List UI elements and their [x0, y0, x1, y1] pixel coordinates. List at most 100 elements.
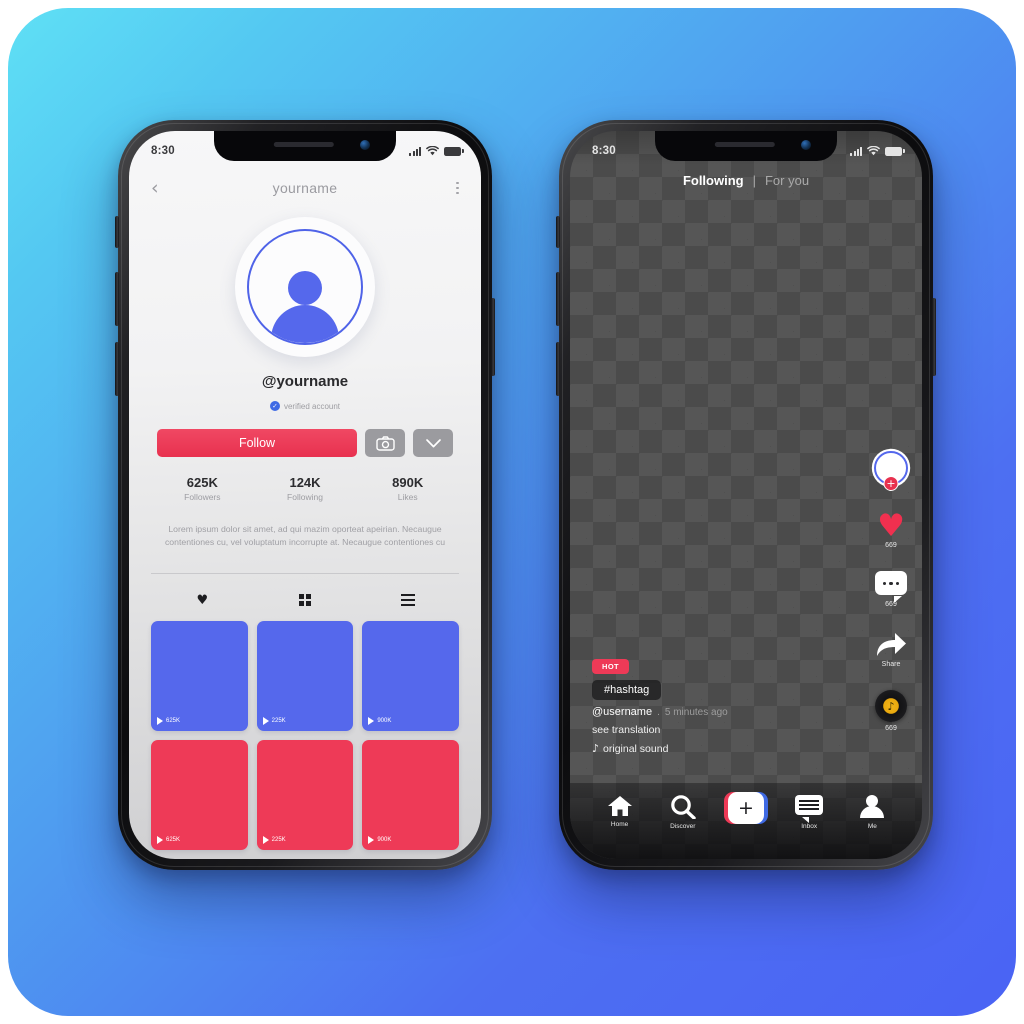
video-views: 625K — [157, 717, 180, 725]
grid-icon — [298, 593, 312, 607]
view-count: 900K — [377, 837, 392, 843]
play-icon — [262, 717, 269, 725]
rail-author-avatar[interactable]: + — [874, 451, 908, 491]
mute-switch[interactable] — [115, 216, 119, 248]
bottom-nav-bar: Home Discover + Inbox Me — [570, 783, 922, 859]
signal-bars-icon — [409, 146, 421, 156]
check-icon: ✓ — [269, 401, 280, 411]
list-icon — [400, 593, 415, 607]
avatar-ring — [247, 229, 363, 345]
action-rail: + ♥ 669 669 Share ♪ 669 — [874, 451, 908, 732]
video-thumbnail[interactable]: 225K — [256, 621, 354, 731]
wifi-icon — [867, 146, 880, 156]
video-views: 225K — [262, 836, 286, 844]
rail-sound-disc[interactable]: ♪ 669 — [875, 690, 907, 732]
hashtag-chip[interactable]: #hashtag — [592, 680, 662, 700]
mute-switch[interactable] — [556, 216, 560, 248]
status-badge: HOT — [592, 659, 630, 674]
view-count: 225K — [271, 837, 286, 843]
more-vertical-icon[interactable] — [439, 181, 459, 195]
expand-button[interactable] — [413, 429, 453, 457]
tab-following[interactable]: Following — [683, 173, 744, 188]
video-caption: HOT #hashtag @username . 5 minutes ago s… — [592, 659, 728, 755]
video-thumbnail[interactable]: 625K — [151, 740, 248, 850]
profile-actions: Follow — [157, 429, 453, 457]
music-disc-icon: ♪ — [875, 690, 907, 723]
stat-value: 625K — [186, 475, 218, 490]
volume-up-button[interactable] — [115, 272, 119, 326]
tab-separator: | — [752, 173, 756, 188]
like-count: 669 — [885, 542, 897, 550]
profile-stats: 625K Followers 124K Following 890K Likes — [151, 475, 459, 502]
front-camera-icon — [801, 140, 811, 150]
comment-icon — [875, 571, 907, 604]
profile-handle: @yourname — [261, 373, 349, 390]
video-views: 225K — [262, 717, 286, 725]
phone-mockup-profile: 8:30 ‹ yourname @yourname ✓ verified acc… — [115, 120, 495, 870]
volume-up-button[interactable] — [556, 272, 560, 326]
stat-following[interactable]: 124K Following — [254, 475, 357, 502]
nav-item-discover[interactable]: Discover — [651, 795, 714, 830]
video-views: 900K — [368, 836, 391, 844]
see-translation-link[interactable]: see translation — [592, 724, 660, 736]
plus-badge[interactable]: + — [883, 476, 899, 491]
profile-tabs: ♥ — [151, 583, 459, 617]
nav-item-inbox[interactable]: Inbox — [778, 795, 841, 830]
stat-label: Likes — [397, 492, 418, 502]
video-views: 900K — [368, 717, 391, 725]
rail-comment-button[interactable]: 669 — [875, 571, 907, 608]
sound-name: original sound — [603, 742, 669, 755]
follow-button[interactable]: Follow — [157, 429, 357, 457]
status-time: 8:30 — [592, 145, 616, 157]
stat-value: 124K — [289, 475, 321, 490]
avatar[interactable] — [235, 217, 375, 357]
chevron-down-icon — [425, 438, 441, 447]
nav-label: Me — [867, 823, 877, 830]
stat-label: Following — [287, 492, 323, 502]
nav-item-create[interactable]: + — [714, 792, 777, 824]
chevron-left-icon[interactable]: ‹ — [151, 178, 171, 198]
view-count: 900K — [377, 718, 392, 724]
gradient-backdrop: 8:30 ‹ yourname @yourname ✓ verified acc… — [8, 8, 1016, 1016]
tab-list[interactable] — [356, 593, 459, 607]
sound-count: 669 — [885, 725, 897, 733]
power-button[interactable] — [491, 298, 495, 376]
video-thumbnail[interactable]: 625K — [151, 621, 248, 731]
play-icon — [368, 717, 375, 725]
video-thumbnail[interactable]: 900K — [362, 740, 459, 850]
power-button[interactable] — [932, 298, 936, 376]
nav-item-home[interactable]: Home — [588, 795, 651, 828]
author-username[interactable]: @username — [592, 706, 652, 718]
person-icon — [860, 795, 885, 819]
stat-label: Followers — [184, 492, 221, 502]
notch — [214, 131, 396, 161]
play-icon — [368, 836, 375, 844]
nav-item-me[interactable]: Me — [841, 795, 904, 830]
profile-bio: Lorem ipsum dolor sit amet, ad qui mazim… — [164, 524, 446, 548]
divider — [151, 573, 459, 574]
tab-liked[interactable]: ♥ — [151, 593, 254, 608]
video-thumbnail[interactable]: 225K — [256, 740, 354, 850]
stat-followers[interactable]: 625K Followers — [151, 475, 254, 502]
tab-grid[interactable] — [254, 593, 357, 607]
create-button[interactable]: + — [724, 792, 768, 824]
status-icons — [850, 146, 905, 156]
volume-down-button[interactable] — [115, 342, 119, 396]
share-arrow-icon — [877, 633, 906, 657]
separator-dot: . — [657, 707, 660, 718]
message-icon — [795, 795, 824, 823]
feed-screen: 8:30 Following | For you + ♥ 669 669 Sha… — [570, 131, 922, 859]
home-icon — [607, 796, 632, 816]
earpiece-speaker — [273, 142, 334, 147]
tab-for-you[interactable]: For you — [765, 173, 809, 188]
verified-badge: ✓ verified account — [129, 401, 481, 411]
camera-button[interactable] — [365, 429, 405, 457]
volume-down-button[interactable] — [556, 342, 560, 396]
heart-icon: ♥ — [877, 508, 905, 544]
rail-like-button[interactable]: ♥ 669 — [877, 508, 905, 550]
video-thumbnail[interactable]: 900K — [362, 621, 459, 731]
play-icon — [157, 717, 163, 725]
stat-likes[interactable]: 890K Likes — [356, 475, 459, 502]
rail-share-button[interactable]: Share — [874, 630, 908, 668]
sound-row[interactable]: ♪ original sound — [592, 742, 668, 755]
